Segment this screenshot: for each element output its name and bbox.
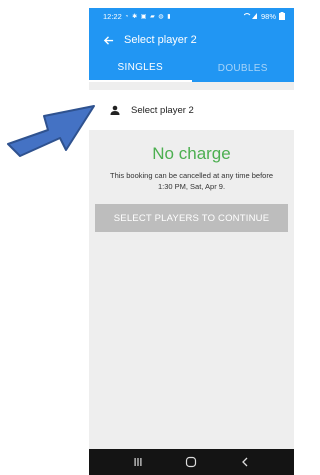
- status-time: 12:22: [103, 12, 122, 21]
- page-title: Select player 2: [124, 34, 197, 46]
- charge-heading: No charge: [152, 144, 231, 163]
- back-icon[interactable]: [235, 452, 255, 472]
- tab-bar: SINGLES DOUBLES: [89, 55, 294, 82]
- phone-screen: 12:22 ◔ ✱ ▣ ▰ ◍ ▮ 98% Select player 2 SI…: [89, 8, 294, 475]
- player-row-label: Select player 2: [131, 104, 194, 116]
- battery-icon: [279, 11, 285, 22]
- android-nav-bar: [89, 449, 294, 475]
- annotation-arrow: [7, 105, 95, 157]
- cancellation-note: This booking can be cancelled at any tim…: [109, 171, 273, 191]
- booking-summary: No charge This booking can be cancelled …: [89, 144, 294, 232]
- status-bar: 12:22 ◔ ✱ ▣ ▰ ◍ ▮ 98%: [89, 8, 294, 25]
- battery-percent: 98%: [260, 12, 276, 21]
- back-arrow-icon[interactable]: [99, 31, 117, 49]
- signal-icon: [243, 12, 258, 21]
- home-icon[interactable]: [181, 452, 201, 472]
- tab-doubles[interactable]: DOUBLES: [192, 55, 295, 82]
- notification-icons: ◔ ✱ ▣ ▰ ◍ ▮: [124, 14, 172, 20]
- recent-apps-icon[interactable]: [128, 452, 148, 472]
- app-bar: Select player 2: [89, 25, 294, 55]
- person-icon: [109, 104, 121, 116]
- select-player-2-row[interactable]: Select player 2: [89, 90, 294, 130]
- continue-button[interactable]: SELECT PLAYERS TO CONTINUE: [95, 204, 288, 232]
- tab-singles[interactable]: SINGLES: [89, 55, 192, 82]
